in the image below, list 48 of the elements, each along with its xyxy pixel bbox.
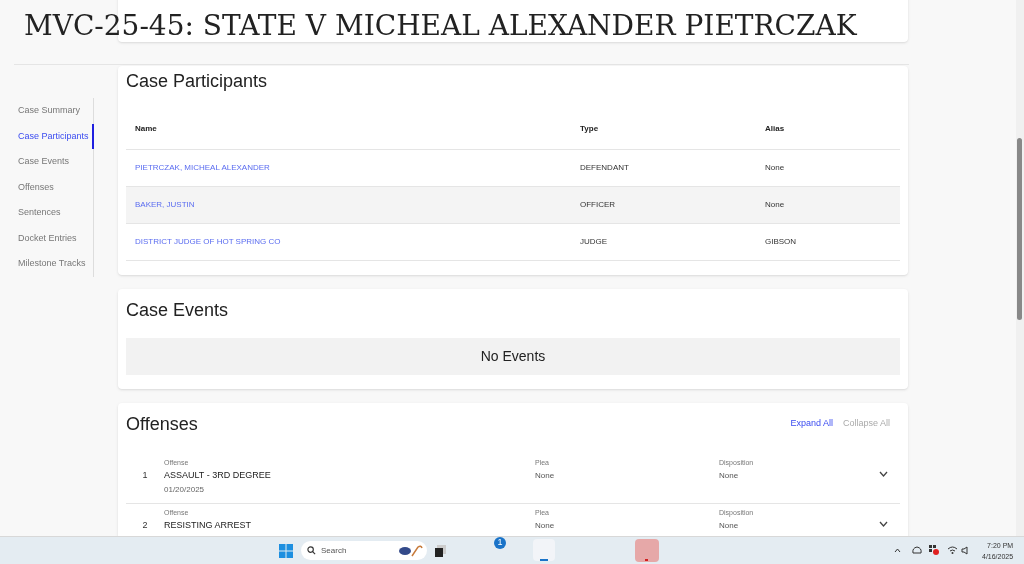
speaker-icon[interactable] <box>961 546 970 555</box>
app-status-icon[interactable] <box>929 545 939 555</box>
cloud-icon[interactable] <box>912 546 922 554</box>
offense-number: 2 <box>142 518 148 532</box>
wifi-icon[interactable] <box>947 546 958 554</box>
nav-item[interactable]: Milestone Tracks <box>14 251 93 277</box>
expand-all-link[interactable]: Expand All <box>790 417 833 431</box>
participant-name-link[interactable]: BAKER, JUSTIN <box>135 199 195 209</box>
offense-date: 01/20/2025 <box>164 483 206 496</box>
section-title: Case Participants <box>126 70 269 93</box>
chevron-down-icon[interactable] <box>879 520 888 527</box>
chevron-up-icon[interactable] <box>894 548 901 553</box>
disposition-value: None <box>719 519 740 532</box>
participant-name-link[interactable]: DISTRICT JUDGE OF HOT SPRING CO <box>135 236 281 246</box>
table-cell: OFFICER <box>580 199 616 209</box>
participant-name-link[interactable]: PIETRCZAK, MICHEAL ALEXANDER <box>135 162 270 172</box>
search-icon <box>307 546 316 555</box>
app-icon[interactable] <box>435 545 446 557</box>
offense-name: RESISTING ARREST <box>164 518 253 532</box>
nav-item[interactable]: Case Participants <box>14 123 94 149</box>
offense-number: 1 <box>142 468 148 482</box>
table-cell: None <box>765 199 785 209</box>
nav-item[interactable]: Offenses <box>14 174 93 200</box>
table-cell: JUDGE <box>580 236 608 246</box>
column-header: Alias <box>756 109 900 149</box>
table-cell: None <box>765 162 785 172</box>
column-header: Type <box>571 109 756 149</box>
section-title: Offenses <box>126 412 198 436</box>
scrollbar[interactable] <box>1016 0 1024 536</box>
plea-value: None <box>535 469 556 482</box>
column-header: Name <box>126 109 571 149</box>
collapse-all-link[interactable]: Collapse All <box>842 417 890 431</box>
page-title: MVC-25-45: STATE V MICHEAL ALEXANDER PIETRCZAK <box>24 8 857 43</box>
chevron-down-icon[interactable] <box>879 470 888 477</box>
notification-badge: 1 <box>494 537 506 549</box>
nav-item[interactable]: Docket Entries <box>14 225 93 251</box>
windows-start-icon[interactable] <box>279 544 293 558</box>
nav-item[interactable]: Case Events <box>14 149 93 175</box>
disposition-value: None <box>719 469 740 482</box>
offense-name: ASSAULT - 3RD DEGREE <box>164 468 272 482</box>
table-cell: GIBSON <box>765 236 797 246</box>
section-title: Case Events <box>126 298 230 322</box>
empty-message: No Events <box>480 346 546 366</box>
nav-item[interactable]: Sentences <box>14 200 93 226</box>
nav-item[interactable]: Case Summary <box>14 98 93 124</box>
search-field[interactable]: Search <box>301 541 427 560</box>
plea-value: None <box>535 519 556 532</box>
table-cell: DEFENDANT <box>580 162 629 172</box>
